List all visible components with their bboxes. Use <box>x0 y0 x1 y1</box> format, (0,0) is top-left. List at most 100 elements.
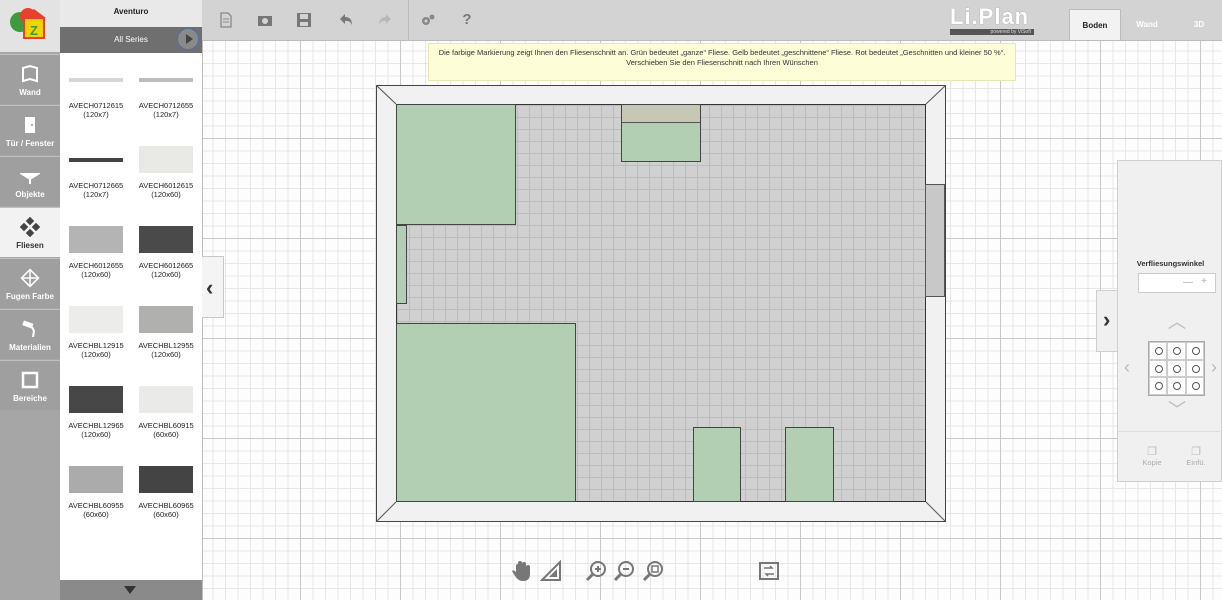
zoom-out-icon[interactable] <box>613 560 635 582</box>
nav-wand[interactable]: Wand <box>0 54 60 104</box>
tile-code: AVECH0712615 <box>68 101 124 110</box>
tile-swatch <box>69 466 123 493</box>
series-selector[interactable]: All Series <box>60 27 202 53</box>
scroll-down-button[interactable] <box>60 580 202 600</box>
redo-icon[interactable] <box>377 12 393 28</box>
nav-wand-label: Wand <box>19 88 41 97</box>
move-up-icon[interactable]: ︿ <box>1168 313 1186 331</box>
tile-swatch <box>139 226 193 253</box>
tile-item[interactable]: AVECH0712655 (120x7) <box>131 66 201 119</box>
tile-size: (120x7) <box>153 110 179 119</box>
tile-size: (60x60) <box>153 510 179 519</box>
measure-icon[interactable] <box>540 560 562 582</box>
tiles-icon <box>20 217 40 237</box>
tab-wall[interactable]: Wand <box>1121 9 1173 40</box>
save-icon[interactable] <box>296 12 312 28</box>
move-left-icon[interactable]: ‹ <box>1124 358 1130 376</box>
anchor-point[interactable] <box>1149 342 1168 360</box>
tile-cut-hint: Die farbige Markierung zeigt Ihnen den F… <box>428 43 1016 81</box>
tile-item[interactable]: AVECH0712615 (120x7) <box>61 66 131 119</box>
tile-item[interactable]: AVECH6012615 (120x60) <box>131 146 201 199</box>
tile-swatch <box>69 226 123 253</box>
series-label: All Series <box>114 35 148 44</box>
anchor-point[interactable] <box>1167 342 1186 360</box>
nav-objects-label: Objekte <box>15 190 45 199</box>
tile-item[interactable]: AVECH6012655 (120x60) <box>61 226 131 279</box>
move-right-icon[interactable]: › <box>1211 358 1217 376</box>
catalog-title: Aventuro <box>60 0 202 27</box>
increment-button[interactable]: + <box>1201 276 1207 287</box>
nav-materials-label: Materialien <box>9 343 51 352</box>
tile-code: AVECHBL12955 <box>138 341 194 350</box>
nav-door-window[interactable]: Tür / Fenster <box>0 105 60 155</box>
tile-item[interactable]: AVECHBL12915 (120x60) <box>61 306 131 359</box>
tab-3d[interactable]: 3D <box>1173 9 1222 40</box>
tile-item[interactable]: AVECHBL60915 (60x60) <box>131 386 201 439</box>
tile-item[interactable]: AVECH6012665 (120x60) <box>131 226 201 279</box>
tile-swatch <box>69 78 123 82</box>
tile-code: AVECHBL60915 <box>138 421 194 430</box>
undo-icon[interactable] <box>338 12 354 28</box>
whole-tile-marker[interactable] <box>396 225 407 304</box>
tab-floor[interactable]: Boden <box>1069 9 1121 40</box>
anchor-point[interactable] <box>1167 359 1186 378</box>
settings-icon[interactable] <box>420 12 436 28</box>
help-button[interactable]: ? <box>459 12 475 28</box>
anchor-point[interactable] <box>1149 377 1168 395</box>
whole-tile-marker[interactable] <box>693 427 741 502</box>
tile-size: (120x60) <box>81 350 111 359</box>
tile-size: (120x60) <box>151 270 181 279</box>
cut-tile-strip <box>622 105 700 123</box>
anchor-point[interactable] <box>1185 359 1204 378</box>
left-navigation: Z Wand Tür / Fenster Objekte Fliesen Fug… <box>0 0 60 600</box>
open-icon[interactable] <box>257 12 273 28</box>
whole-tile-marker[interactable] <box>785 427 834 502</box>
tile-item[interactable]: AVECHBL60955 (60x60) <box>61 466 131 519</box>
zoom-fit-icon[interactable] <box>642 560 664 582</box>
nav-objects[interactable]: Objekte <box>0 156 60 206</box>
nav-tiles-label: Fliesen <box>16 241 44 250</box>
tile-size: (60x60) <box>153 430 179 439</box>
tile-size: (120x7) <box>83 110 109 119</box>
anchor-point[interactable] <box>1185 342 1204 360</box>
nav-grout-color-label: Fugen Farbe <box>5 292 54 301</box>
paint-roller-icon <box>22 320 36 338</box>
tile-item[interactable]: AVECHBL60965 (60x60) <box>131 466 201 519</box>
copy-button[interactable]: ❐ Kopie <box>1132 445 1172 467</box>
nav-materials[interactable]: Materialien <box>0 309 60 359</box>
anchor-point-grid[interactable] <box>1148 341 1205 396</box>
anchor-point[interactable] <box>1149 359 1168 378</box>
objects-icon <box>20 173 40 184</box>
area-icon <box>21 371 39 389</box>
move-down-icon[interactable]: ﹀ <box>1168 401 1186 419</box>
play-icon[interactable] <box>177 28 199 50</box>
nav-grout-color[interactable]: Fugen Farbe <box>0 258 60 308</box>
collapse-catalog-button[interactable] <box>202 256 224 318</box>
paste-button[interactable]: ❐ Einfü. <box>1176 445 1216 467</box>
decrement-button[interactable]: — <box>1183 277 1193 288</box>
tile-item[interactable]: AVECH0712665 (120x7) <box>61 146 131 199</box>
tile-swatch <box>69 158 123 162</box>
collapse-properties-button[interactable] <box>1096 290 1118 352</box>
anchor-point[interactable] <box>1167 377 1186 395</box>
copy-icon: ❐ <box>1147 446 1157 458</box>
paste-icon: ❐ <box>1191 446 1201 458</box>
tiling-angle-input[interactable]: — + <box>1138 273 1216 293</box>
tile-item[interactable]: AVECHBL12955 (120x60) <box>131 306 201 359</box>
nav-tiles[interactable]: Fliesen <box>0 207 60 257</box>
zoom-in-icon[interactable] <box>585 560 607 582</box>
tile-item[interactable]: AVECHBL12965 (120x60) <box>61 386 131 439</box>
whole-tile-marker[interactable] <box>396 104 516 225</box>
nav-areas[interactable]: Bereiche <box>0 360 60 410</box>
door-opening[interactable] <box>925 184 945 297</box>
tile-swatch <box>139 386 193 413</box>
new-document-icon[interactable] <box>218 12 234 28</box>
whole-tile-marker[interactable] <box>396 323 576 502</box>
grout-icon <box>20 268 40 288</box>
pan-hand-icon[interactable] <box>510 560 532 582</box>
tile-code: AVECH0712655 <box>138 101 194 110</box>
nav-areas-label: Bereiche <box>13 394 47 403</box>
swap-view-icon[interactable] <box>758 560 780 582</box>
anchor-point[interactable] <box>1185 377 1204 395</box>
tile-code: AVECHBL60955 <box>68 501 124 510</box>
